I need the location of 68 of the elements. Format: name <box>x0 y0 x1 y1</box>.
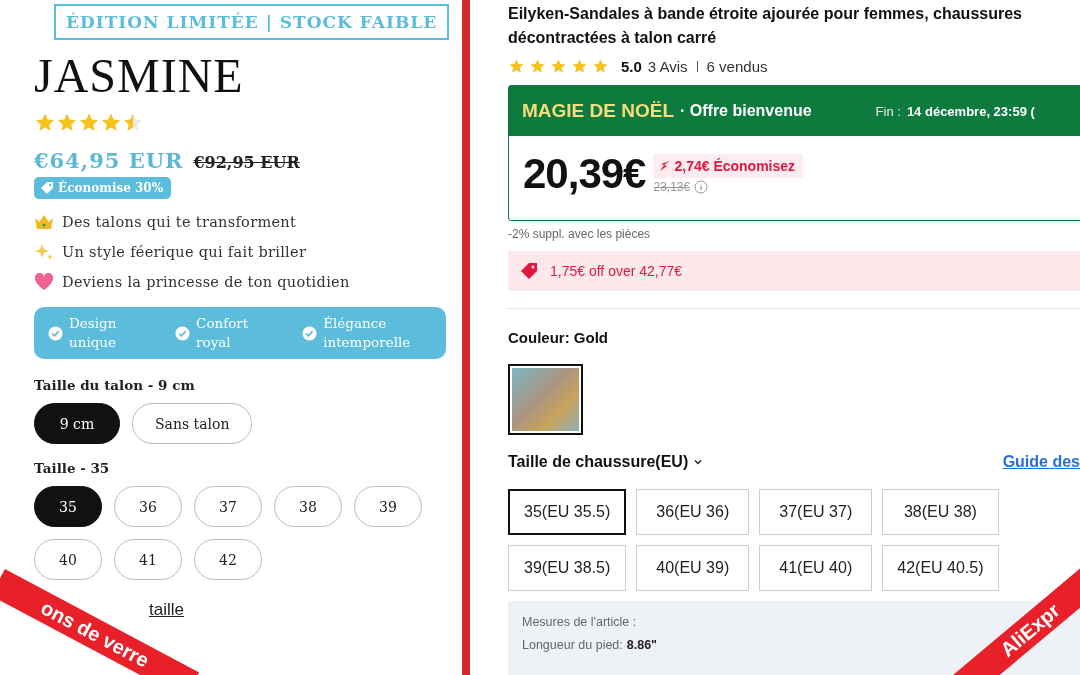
old-price: 23,13€ <box>653 180 691 194</box>
check-circle-icon <box>48 325 63 341</box>
star-icon <box>550 58 567 75</box>
size-option[interactable]: 36 <box>114 486 182 527</box>
size-option[interactable]: 36(EU 36) <box>636 489 750 535</box>
size-option[interactable]: 42(EU 40.5) <box>882 545 999 591</box>
feature-text: Confort royal <box>196 314 249 352</box>
size-guide-link[interactable]: Guide des <box>1002 453 1080 471</box>
coins-note: -2% suppl. avec les pièces <box>508 227 652 241</box>
star-icon <box>56 112 78 134</box>
review-count: 3 Avis <box>647 58 688 75</box>
size-option[interactable]: 37(EU 37) <box>759 489 873 535</box>
product-title: JASMINE <box>34 50 245 102</box>
compare-price: €92,95 EUR <box>193 153 300 172</box>
size-guide-link[interactable]: taille <box>149 600 184 620</box>
star-icon <box>34 112 56 134</box>
heel-option[interactable]: Sans talon <box>132 403 253 444</box>
star-icon <box>571 58 588 75</box>
crown-icon <box>34 213 54 231</box>
discount-text: Économise 30% <box>58 181 164 195</box>
heart-icon <box>34 273 54 291</box>
end-date: 14 décembre, 23:59 ( <box>906 103 1035 119</box>
coupon-text: 1,75€ off over 42,77€ <box>550 263 683 279</box>
end-label: Fin : <box>875 103 901 119</box>
star-icon <box>592 58 609 75</box>
promo-offer: · Offre bienvenue <box>680 102 812 120</box>
benefit-text: Un style féerique qui fait briller <box>62 244 307 260</box>
size-option[interactable]: 40 <box>34 539 102 580</box>
size-label[interactable]: Taille de chaussure(EU) <box>508 453 705 471</box>
star-icon <box>78 112 100 134</box>
star-icon <box>508 58 525 75</box>
benefit-text: Des talons qui te transforment <box>62 214 297 230</box>
feature-text: Design unique <box>69 314 117 352</box>
color-swatch[interactable] <box>508 364 583 435</box>
size-option[interactable]: 40(EU 39) <box>636 545 750 591</box>
star-icon <box>122 112 144 134</box>
sale-price: €64,95 EUR <box>34 148 184 173</box>
tag-icon <box>40 181 54 195</box>
size-option[interactable]: 39 <box>354 486 422 527</box>
heel-option[interactable]: 9 cm <box>34 403 120 444</box>
star-icon <box>529 58 546 75</box>
check-circle-icon <box>175 325 191 341</box>
feature-text: Élégance intemporelle <box>323 314 411 352</box>
rating-value: 5.0 <box>621 58 642 75</box>
photo-placeholder <box>512 368 579 431</box>
star-icon <box>100 112 122 134</box>
size-option[interactable]: 35 <box>34 486 102 527</box>
sale-price: 20,39€ <box>523 150 646 198</box>
heel-option-label: Taille du talon - 9 cm <box>34 377 196 393</box>
size-option[interactable]: 37 <box>194 486 262 527</box>
limited-edition-banner: ÉDITION LIMITÉE | STOCK FAIBLE <box>54 4 450 40</box>
size-option[interactable]: 38(EU 38) <box>882 489 999 535</box>
size-option[interactable]: 39(EU 38.5) <box>508 545 627 591</box>
savings-text: 2,74€ Économisez <box>674 158 796 174</box>
size-option[interactable]: 41 <box>114 539 182 580</box>
promo-brand: MAGIE DE NOËL <box>522 100 674 122</box>
size-option[interactable]: 35(EU 35.5) <box>508 489 627 535</box>
color-label: Couleur: Gold <box>508 329 609 346</box>
product-title: Eilyken-Sandales à bande étroite ajourée pour femmes, chaussures décontractées à talon carré <box>508 4 1023 48</box>
size-option[interactable]: 38 <box>274 486 342 527</box>
tag-icon <box>520 262 538 280</box>
sparkles-icon <box>34 242 54 262</box>
check-circle-icon <box>302 325 318 341</box>
size-option-label: Taille - 35 <box>34 460 111 476</box>
sold-count: 6 vendus <box>706 58 768 75</box>
size-option[interactable]: 42 <box>194 539 262 580</box>
benefit-text: Deviens la princesse de ton quotidien <box>62 274 350 290</box>
size-option[interactable]: 41(EU 40) <box>759 545 873 591</box>
